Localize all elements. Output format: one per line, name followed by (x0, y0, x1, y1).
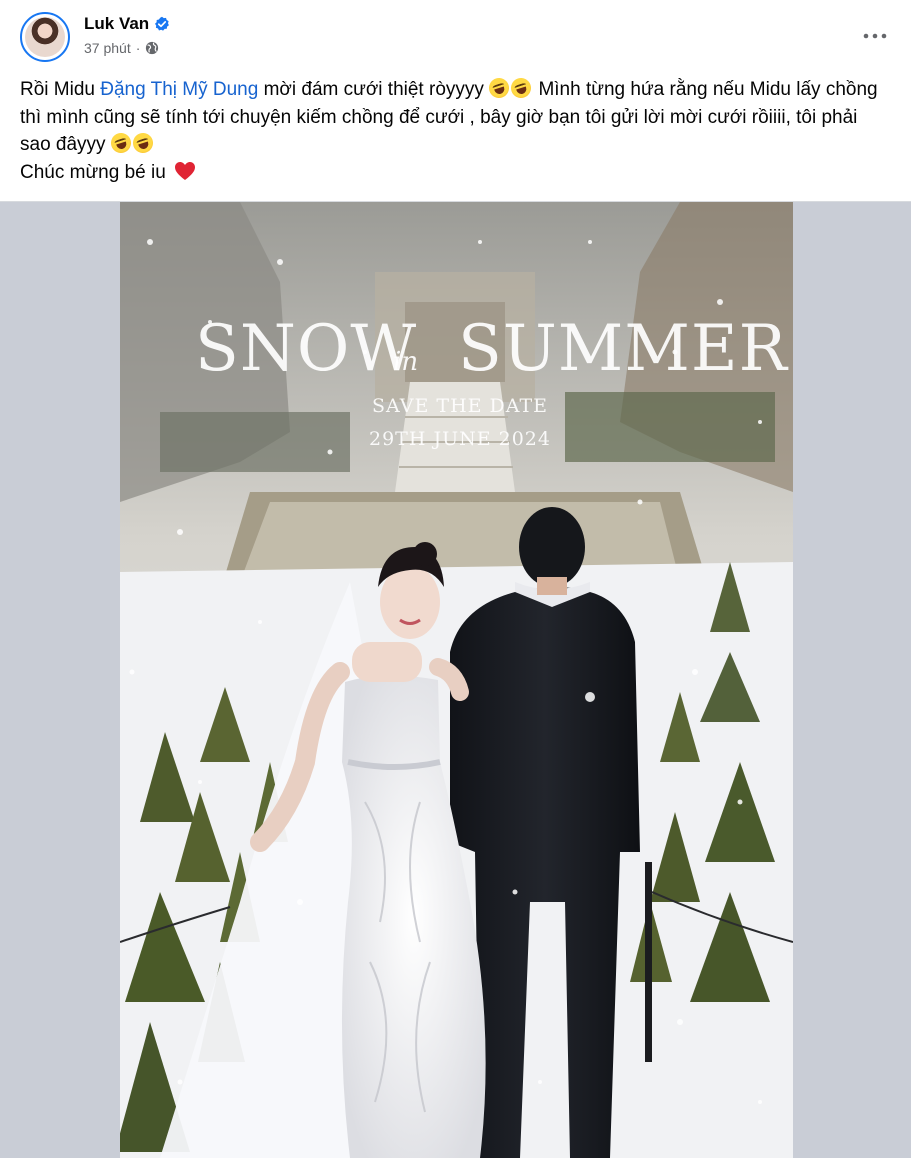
red-heart-icon (175, 161, 196, 180)
meta-separator: · (135, 40, 141, 56)
post-closing-line: Chúc mừng bé iu (20, 159, 890, 187)
invitation-title-word2: SUMMER (458, 312, 789, 386)
post-message: Rồi Midu Đặng Thị Mỹ Dung mời đám cưới t… (20, 75, 890, 187)
closing-text: Chúc mừng bé iu (20, 161, 172, 183)
post-timestamp[interactable]: 37 phút (84, 40, 131, 56)
avatar-photo (25, 17, 65, 57)
post-message-body: Rồi Midu Đặng Thị Mỹ Dung mời đám cưới t… (20, 75, 890, 159)
globe-icon[interactable] (145, 41, 159, 55)
save-the-date-label: SAVE THE DATE (372, 395, 548, 417)
verified-badge-icon (155, 16, 170, 31)
author-name[interactable]: Luk Van (84, 14, 149, 34)
laughing-emoji-icon (130, 130, 156, 156)
post-meta: 37 phút · (84, 40, 159, 56)
invitation-title-word1: SNOW (195, 312, 417, 386)
wedding-date-label: 29TH JUNE 2024 (369, 428, 551, 450)
laughing-emoji-icon (108, 130, 134, 156)
laughing-emoji-icon (486, 75, 512, 101)
message-text-start: Rồi Midu (20, 79, 101, 100)
invitation-title-connector: in (393, 347, 418, 377)
message-text-after-mention: mời đám cưới thiệt ròyyyy (258, 79, 490, 100)
photo-illustration: SNOW in SUMMER SAVE THE DATE 29TH JUNE 2… (120, 202, 793, 1158)
post-header: Luk Van 37 phút · (0, 0, 911, 72)
author-name-row: Luk Van (84, 14, 170, 34)
wedding-invitation-photo[interactable]: SNOW in SUMMER SAVE THE DATE 29TH JUNE 2… (120, 202, 793, 1158)
more-options-icon[interactable] (861, 22, 889, 50)
post-media-area: SNOW in SUMMER SAVE THE DATE 29TH JUNE 2… (0, 201, 911, 1158)
author-avatar[interactable] (20, 12, 70, 62)
mention-link[interactable]: Đặng Thị Mỹ Dung (100, 79, 258, 100)
laughing-emoji-icon (508, 75, 534, 101)
